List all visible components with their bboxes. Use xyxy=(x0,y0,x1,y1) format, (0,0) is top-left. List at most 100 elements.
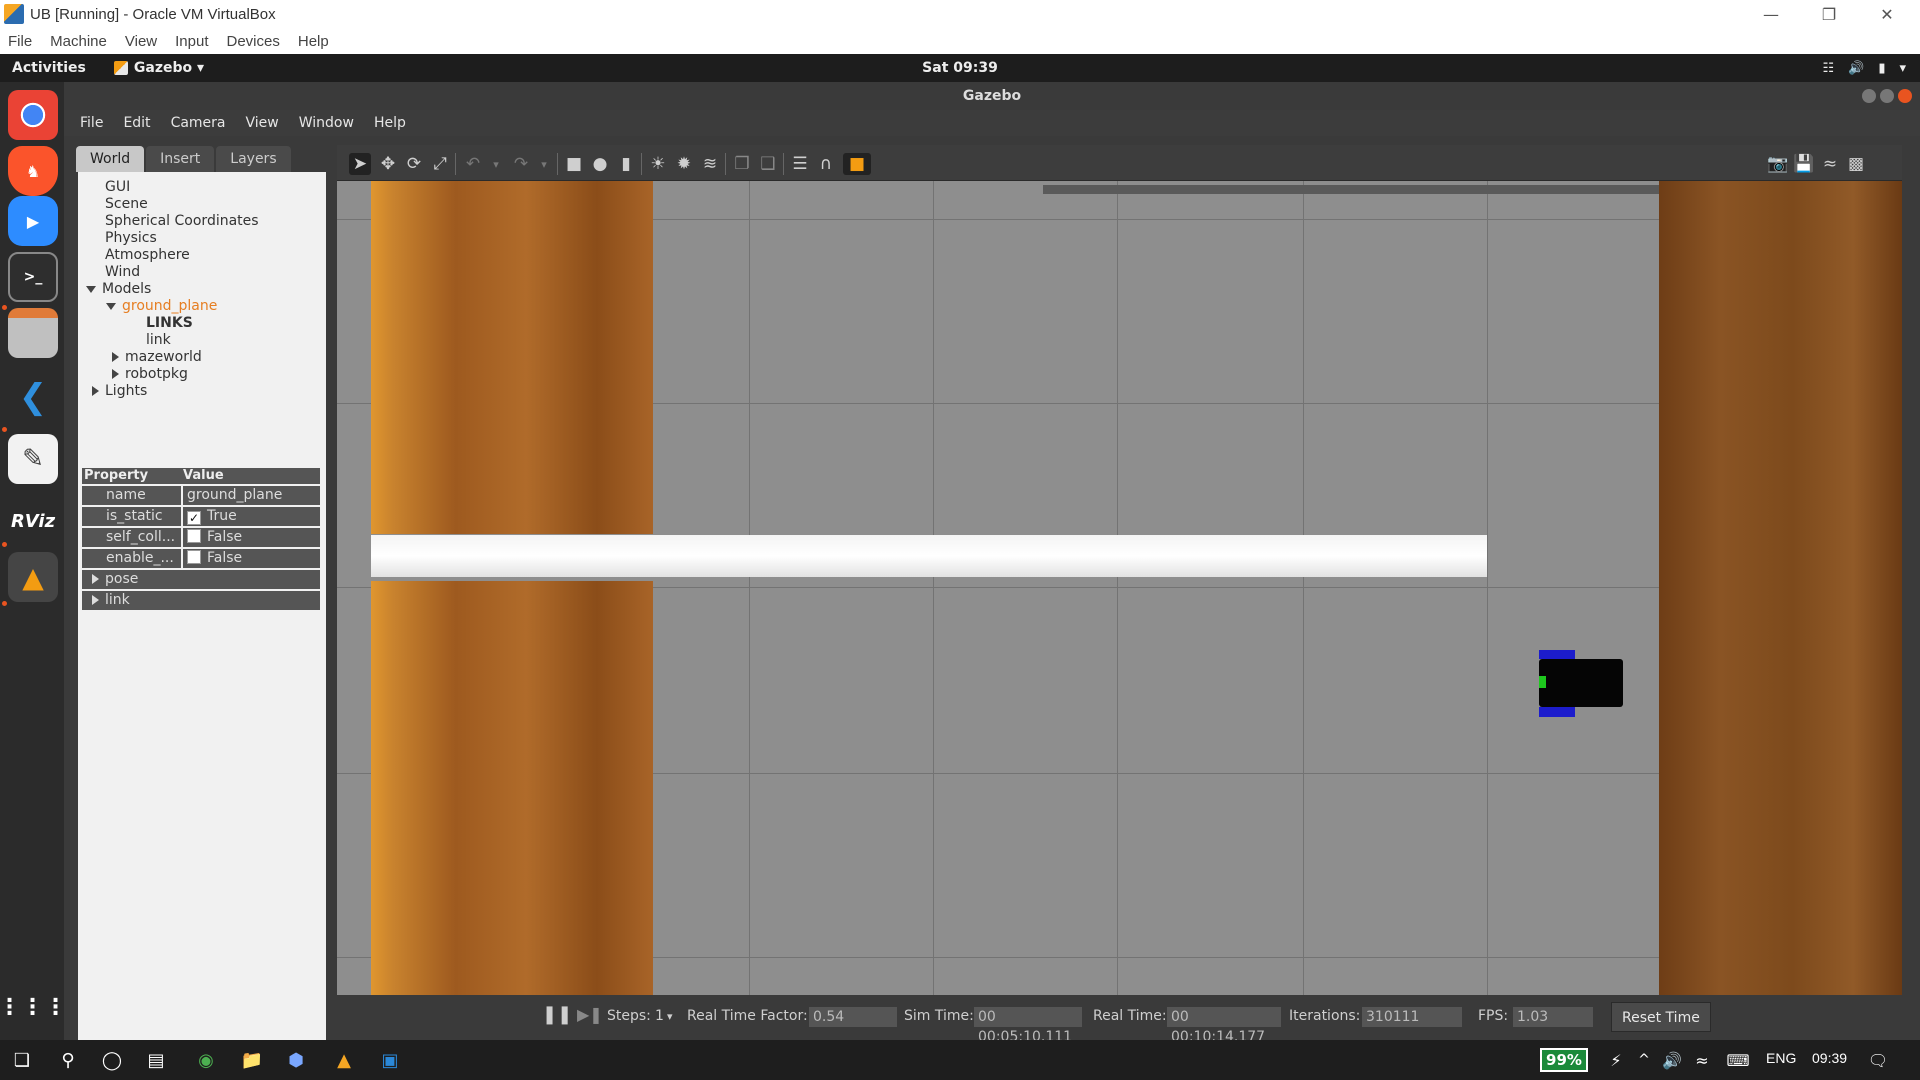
enable-wind-checkbox[interactable] xyxy=(187,550,201,564)
close-button[interactable]: ✕ xyxy=(1864,0,1910,28)
rotate-mode-icon[interactable]: ⟳ xyxy=(403,153,425,175)
files-icon[interactable] xyxy=(8,308,58,358)
chrome-taskbar-icon[interactable]: ◉ xyxy=(194,1048,218,1072)
white-wall-horizontal[interactable] xyxy=(371,535,1487,577)
directional-light-icon[interactable]: ≋ xyxy=(699,153,721,175)
vbox-menu-devices[interactable]: Devices xyxy=(227,33,280,50)
chevron-up-icon[interactable]: ^ xyxy=(1632,1048,1656,1072)
chevron-down-icon[interactable]: ▾ xyxy=(667,1010,673,1023)
minimize-button[interactable]: — xyxy=(1748,0,1794,28)
plot-icon[interactable]: ≈ xyxy=(1819,153,1841,175)
vbox-vm-taskbar-icon[interactable]: ▲ xyxy=(332,1048,356,1072)
tree-item-spherical-coordinates[interactable]: Spherical Coordinates xyxy=(105,213,259,229)
tab-world[interactable]: World xyxy=(76,146,145,172)
virtualbox-taskbar-icon[interactable]: ⬢ xyxy=(284,1048,308,1072)
gazebo-icon[interactable]: ▲ xyxy=(8,552,58,602)
vbox-menu-input[interactable]: Input xyxy=(175,33,208,50)
robot-body[interactable] xyxy=(1539,659,1623,707)
wifi-icon[interactable]: ≈ xyxy=(1690,1048,1714,1072)
vbox-menu-file[interactable]: File xyxy=(8,33,32,50)
menu-help[interactable]: Help xyxy=(374,115,406,131)
align-icon[interactable]: ☰ xyxy=(789,153,811,175)
network-icon[interactable]: ☷ xyxy=(1822,61,1834,76)
file-explorer-icon[interactable]: 📁 xyxy=(240,1048,264,1072)
translate-mode-icon[interactable]: ✥ xyxy=(377,153,399,175)
menu-camera[interactable]: Camera xyxy=(171,115,226,131)
expand-down-icon[interactable] xyxy=(86,285,96,293)
scale-mode-icon[interactable]: ⤢ xyxy=(429,153,451,175)
select-mode-icon[interactable]: ➤ xyxy=(349,153,371,175)
clock[interactable]: Sat 09:39 xyxy=(922,60,998,76)
app-menu[interactable]: Gazebo ▾ xyxy=(113,60,204,76)
battery-icon[interactable]: ▮ xyxy=(1878,61,1885,76)
tree-item-link[interactable]: link xyxy=(146,332,171,348)
tab-layers[interactable]: Layers xyxy=(216,146,291,172)
volume-icon[interactable]: 🔊 xyxy=(1660,1048,1684,1072)
gazebo-close-button[interactable] xyxy=(1898,89,1912,103)
pause-icon[interactable]: ❚❚ xyxy=(542,1004,572,1025)
tree-item-atmosphere[interactable]: Atmosphere xyxy=(105,247,190,263)
tree-item-gui[interactable]: GUI xyxy=(105,179,130,195)
volume-icon[interactable]: 🔊 xyxy=(1848,61,1864,76)
text-editor-icon[interactable]: ✎ xyxy=(8,434,58,484)
expand-right-icon[interactable] xyxy=(112,352,119,362)
copy-icon[interactable]: ❐ xyxy=(731,153,753,175)
tree-item-models[interactable]: Models xyxy=(86,281,151,297)
snap-icon[interactable]: ∩ xyxy=(815,153,837,175)
chevron-down-icon[interactable]: ▾ xyxy=(1899,61,1906,76)
menu-window[interactable]: Window xyxy=(299,115,354,131)
tree-item-wind[interactable]: Wind xyxy=(105,264,140,280)
tree-item-scene[interactable]: Scene xyxy=(105,196,148,212)
terminal-icon[interactable]: >_ xyxy=(8,252,58,302)
notifications-icon[interactable]: 🗨 xyxy=(1866,1048,1890,1072)
tree-item-ground-plane[interactable]: ground_plane xyxy=(106,298,217,314)
menu-view[interactable]: View xyxy=(246,115,279,131)
activities-button[interactable]: Activities xyxy=(12,60,86,76)
redo-icon[interactable]: ↷ xyxy=(510,153,532,175)
menu-edit[interactable]: Edit xyxy=(123,115,150,131)
tree-item-lights[interactable]: Lights xyxy=(92,383,147,399)
tree-item-physics[interactable]: Physics xyxy=(105,230,157,246)
steps-value[interactable]: 1 xyxy=(655,1008,664,1024)
reset-time-button[interactable]: Reset Time xyxy=(1611,1002,1711,1032)
taskbar-clock[interactable]: 09:39 xyxy=(1812,1050,1847,1066)
expand-right-icon[interactable] xyxy=(112,369,119,379)
vbox-menu-machine[interactable]: Machine xyxy=(50,33,107,50)
zoom-icon[interactable]: ▶ xyxy=(8,196,58,246)
vbox-menu-view[interactable]: View xyxy=(125,33,157,50)
wooden-wall-left-upper[interactable] xyxy=(371,181,653,534)
expand-down-icon[interactable] xyxy=(106,302,116,310)
gazebo-minimize-button[interactable] xyxy=(1862,89,1876,103)
wooden-wall-left-lower[interactable] xyxy=(371,581,653,995)
menu-file[interactable]: File xyxy=(80,115,103,131)
property-group-pose[interactable]: pose xyxy=(82,570,320,589)
gazebo-maximize-button[interactable] xyxy=(1880,89,1894,103)
vscode-icon[interactable]: ❮ xyxy=(8,372,58,422)
log-icon[interactable]: 💾 xyxy=(1793,153,1815,175)
paste-icon[interactable]: ❑ xyxy=(757,153,779,175)
self-collide-checkbox[interactable] xyxy=(187,529,201,543)
undo-icon[interactable]: ↶ xyxy=(462,153,484,175)
cortana-icon[interactable]: ◯ xyxy=(100,1048,124,1072)
is-static-checkbox[interactable]: ✓ xyxy=(187,511,201,525)
tree-item-mazeworld[interactable]: mazeworld xyxy=(112,349,202,365)
sphere-shape-icon[interactable]: ● xyxy=(589,153,611,175)
video-record-icon[interactable]: ▩ xyxy=(1845,153,1867,175)
task-view-icon[interactable]: ▤ xyxy=(144,1048,168,1072)
spot-light-icon[interactable]: ✹ xyxy=(673,153,695,175)
tree-item-robotpkg[interactable]: robotpkg xyxy=(112,366,188,382)
screenshot-icon[interactable]: 📷 xyxy=(1767,153,1789,175)
cylinder-shape-icon[interactable]: ▮ xyxy=(615,153,637,175)
app-taskbar-icon[interactable]: ▣ xyxy=(378,1048,402,1072)
property-value[interactable]: ground_plane xyxy=(183,486,320,505)
keyboard-icon[interactable]: ⌨ xyxy=(1726,1048,1750,1072)
expand-right-icon[interactable] xyxy=(92,574,99,584)
chevron-down-icon[interactable]: ▾ xyxy=(485,153,507,175)
expand-right-icon[interactable] xyxy=(92,386,99,396)
3d-viewport[interactable] xyxy=(337,181,1902,995)
battery-indicator[interactable]: 99% xyxy=(1540,1048,1588,1072)
property-group-link[interactable]: link xyxy=(82,591,320,610)
vbox-menu-help[interactable]: Help xyxy=(298,33,329,50)
power-plug-icon[interactable]: ⚡ xyxy=(1604,1048,1628,1072)
system-tray[interactable]: ☷ 🔊 ▮ ▾ xyxy=(1822,61,1906,76)
